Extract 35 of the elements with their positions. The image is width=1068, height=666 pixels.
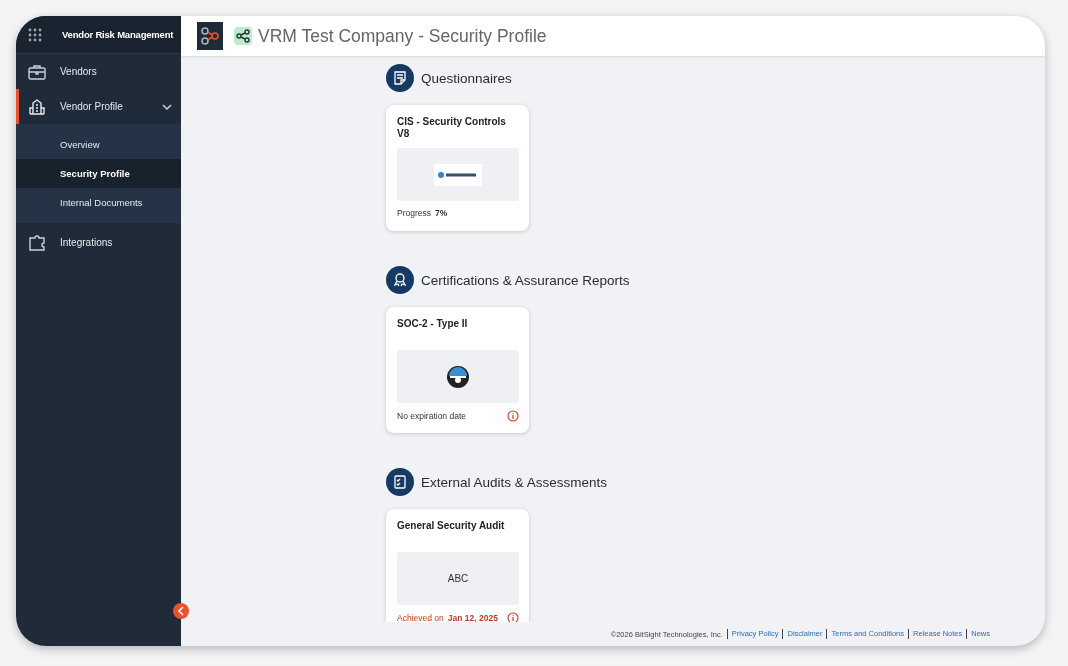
- section-title: Certifications & Assurance Reports: [421, 272, 630, 288]
- document-card[interactable]: SOC-2 - Type II No expiration date: [386, 307, 529, 433]
- card-title: SOC-2 - Type II: [397, 318, 469, 331]
- nav-subitem[interactable]: Internal Documents: [16, 188, 181, 217]
- share-icon: [234, 27, 252, 45]
- image-text: ABC: [447, 573, 469, 584]
- section-title: External Audits & Assessments: [421, 474, 608, 490]
- document-card[interactable]: General Security Audit ABC Achieved on Jan 12, 2025: [386, 509, 529, 622]
- collapse-button[interactable]: [173, 603, 189, 619]
- app-grid-icon[interactable]: [28, 27, 42, 42]
- nav-item[interactable]: Vendors: [16, 54, 181, 89]
- status-text: Progress 7%: [397, 208, 448, 218]
- page-title: VRM Test Company - Security Profile: [258, 25, 547, 47]
- card-title: General Security Audit: [397, 520, 506, 533]
- status-text: Achieved on Jan 12, 2025: [397, 613, 498, 622]
- info-icon[interactable]: [507, 612, 519, 622]
- building-icon: [28, 97, 46, 116]
- chevron-left-icon: [178, 606, 184, 616]
- document-icon: [386, 64, 414, 92]
- section-title: Questionnaires: [421, 70, 512, 86]
- status-text: No expiration date: [397, 411, 466, 421]
- puzzle-icon: [28, 233, 46, 252]
- briefcase-icon: [28, 63, 46, 80]
- badge-icon: [386, 266, 414, 294]
- nav-subitem[interactable]: Overview: [16, 130, 181, 159]
- app-title: Vendor Risk Management: [62, 29, 174, 40]
- checklist-icon: [386, 468, 414, 496]
- logo-icon[interactable]: [197, 22, 223, 50]
- nav-item[interactable]: Vendor Profile: [16, 89, 181, 124]
- document-card[interactable]: CIS - Security Controls V8 Progress 7%: [386, 105, 529, 231]
- nav-subitem[interactable]: Security Profile: [16, 159, 181, 188]
- info-icon[interactable]: [507, 410, 519, 422]
- card-title: CIS - Security Controls V8: [397, 116, 507, 141]
- logo-icon: [434, 163, 482, 186]
- nav-item[interactable]: Integrations: [16, 225, 181, 260]
